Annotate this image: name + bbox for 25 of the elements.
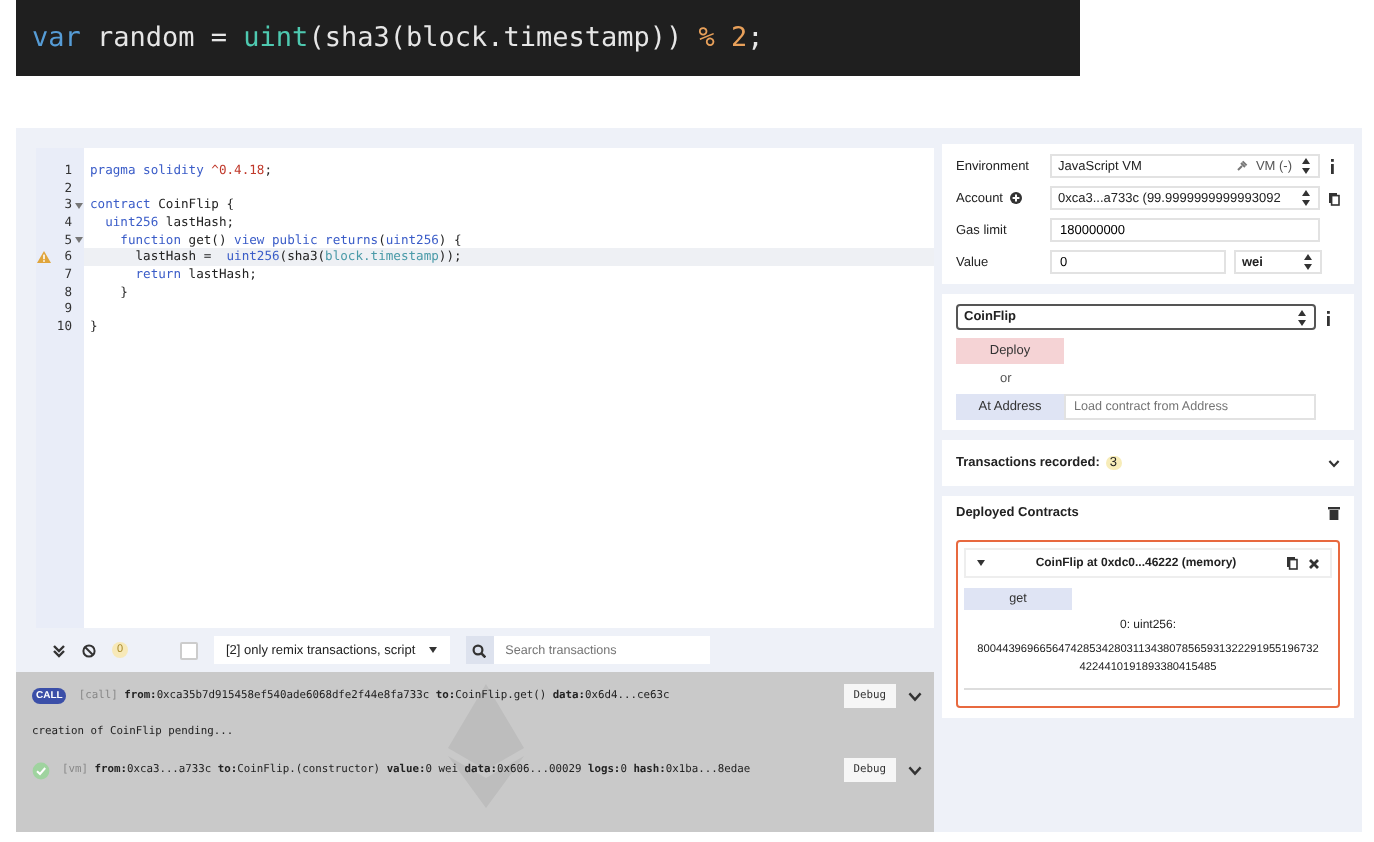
double-chevron-icon[interactable]: [52, 643, 66, 657]
updown-icon: [1300, 156, 1312, 176]
chevron-down-icon: [1328, 459, 1340, 467]
close-icon[interactable]: [1308, 557, 1320, 569]
copy-icon[interactable]: [1286, 556, 1298, 570]
search-icon: [472, 643, 487, 657]
fold-caret-icon[interactable]: [74, 201, 84, 210]
filter-checkbox[interactable]: [180, 641, 198, 659]
search-button[interactable]: [465, 636, 494, 664]
plus-circle-icon[interactable]: [1009, 192, 1021, 204]
chevron-down-icon[interactable]: [908, 691, 922, 701]
info-icon[interactable]: [1328, 158, 1336, 174]
caret-down-icon[interactable]: [976, 558, 986, 568]
ban-icon[interactable]: [82, 643, 96, 657]
caret-down-icon: [427, 646, 438, 654]
code-snippet: var random = uint(sha3(block.timestamp)) % 2;: [32, 22, 764, 54]
info-icon[interactable]: [1324, 309, 1332, 325]
updown-icon: [1300, 188, 1312, 208]
fold-caret-icon[interactable]: [74, 236, 84, 245]
check-circle-icon: [32, 761, 50, 779]
chevron-down-icon[interactable]: [908, 765, 922, 775]
trash-icon[interactable]: [1328, 506, 1340, 520]
updown-icon: [1296, 307, 1308, 327]
updown-icon: [1302, 252, 1314, 272]
copy-icon[interactable]: [1328, 191, 1340, 205]
